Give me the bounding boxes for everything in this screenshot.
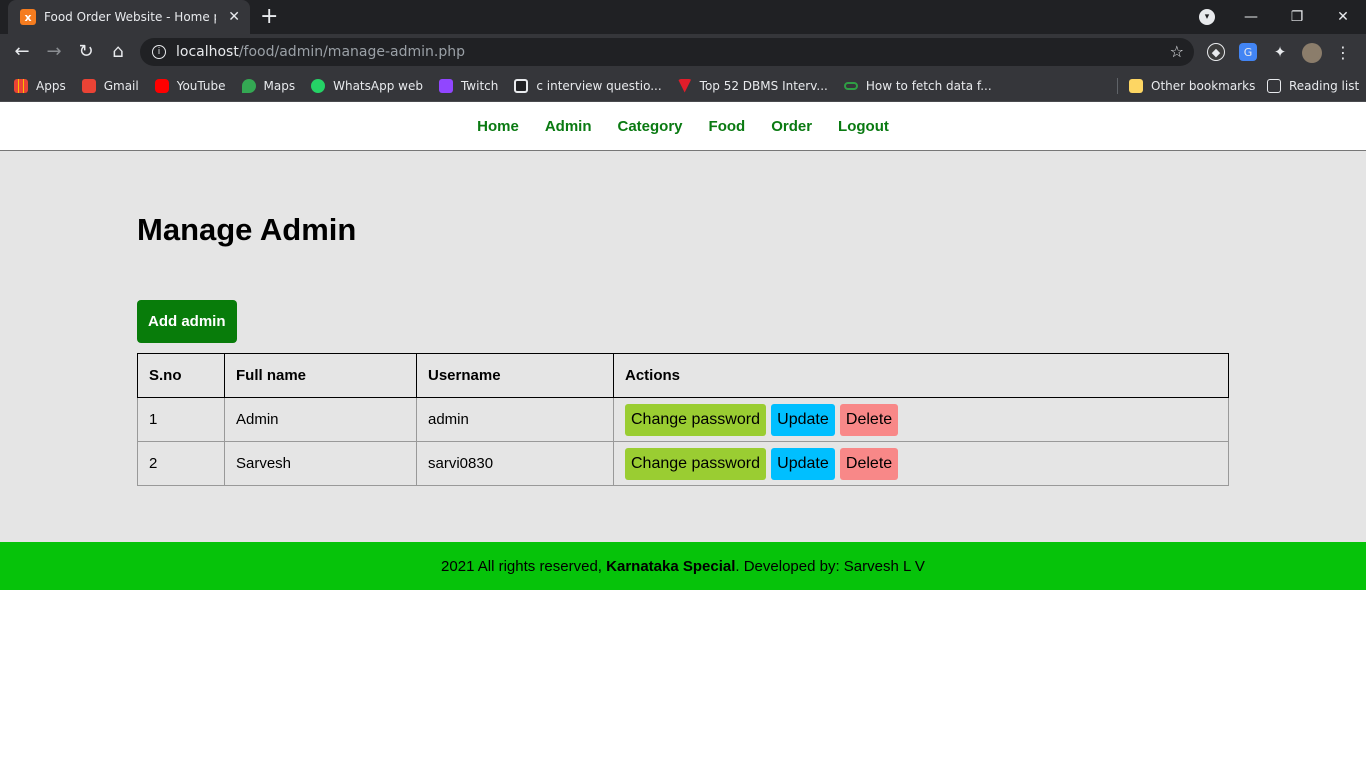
profile-avatar[interactable]: [1302, 43, 1322, 63]
nav-order[interactable]: Order: [771, 118, 812, 135]
bookmarks-bar: Apps Gmail YouTube Maps WhatsApp web Twi…: [0, 70, 1366, 102]
delete-button[interactable]: Delete: [839, 403, 899, 436]
bookmark-label: Top 52 DBMS Interv...: [699, 78, 828, 93]
xampp-favicon-icon: x: [20, 9, 36, 25]
site-nav: Home Admin Category Food Order Logout: [0, 103, 1366, 151]
bookmarks-divider: [1117, 78, 1118, 94]
nav-food[interactable]: Food: [709, 118, 746, 135]
cell-full-name: Sarvesh: [224, 441, 417, 486]
cell-actions: Change password Update Delete: [613, 441, 1229, 486]
url-text: localhost/food/admin/manage-admin.php: [176, 44, 465, 60]
address-bar[interactable]: i localhost/food/admin/manage-admin.php …: [140, 38, 1194, 66]
table-row: 1 Admin admin Change password Update Del…: [137, 397, 1229, 442]
whatsapp-icon: [311, 78, 326, 93]
header-username: Username: [416, 353, 614, 398]
home-icon[interactable]: ⌂: [106, 40, 130, 64]
footer-suffix: . Developed by: Sarvesh L V: [735, 557, 925, 575]
delete-button[interactable]: Delete: [839, 447, 899, 480]
update-button[interactable]: Update: [771, 403, 835, 436]
add-admin-button[interactable]: Add admin: [137, 300, 237, 343]
browser-toolbar: ← → ↻ ⌂ i localhost/food/admin/manage-ad…: [0, 34, 1366, 70]
browser-tab-strip: x Food Order Website - Home pag ✕ + ▾ — …: [0, 0, 1366, 34]
bookmark-item[interactable]: Top 52 DBMS Interv...: [677, 78, 828, 93]
cell-username: admin: [416, 397, 614, 442]
nav-logout[interactable]: Logout: [838, 118, 889, 135]
cell-full-name: Admin: [224, 397, 417, 442]
reload-icon[interactable]: ↻: [74, 40, 98, 64]
url-path: /food/admin/manage-admin.php: [238, 44, 465, 60]
bookmark-item[interactable]: WhatsApp web: [311, 78, 423, 93]
nav-category[interactable]: Category: [618, 118, 683, 135]
bookmark-label: c interview questio...: [536, 78, 662, 93]
maps-icon: [241, 78, 256, 93]
table-row: 2 Sarvesh sarvi0830 Change password Upda…: [137, 441, 1229, 486]
youtube-icon: [154, 78, 169, 93]
folder-icon: [1129, 79, 1143, 93]
footer-brand: Karnataka Special: [606, 557, 736, 575]
web-page: Home Admin Category Food Order Logout Ma…: [0, 103, 1366, 768]
header-full-name: Full name: [224, 353, 417, 398]
restore-icon[interactable]: ❐: [1274, 0, 1320, 34]
nav-home[interactable]: Home: [477, 118, 519, 135]
geeks-icon: [514, 78, 529, 93]
bookmark-star-icon[interactable]: ☆: [1170, 42, 1184, 61]
bookmark-red-icon: [677, 78, 692, 93]
cell-sno: 1: [137, 397, 225, 442]
apps-grid-icon: [14, 78, 28, 93]
content-wrapper: Manage Admin Add admin S.no Full name Us…: [137, 213, 1229, 486]
extensions-puzzle-icon[interactable]: ✦: [1271, 43, 1289, 61]
gmail-icon: [81, 78, 96, 93]
site-info-icon[interactable]: i: [152, 45, 166, 59]
extension-shield-icon[interactable]: ◆: [1207, 43, 1225, 61]
twitch-icon: [438, 78, 453, 93]
bookmark-item[interactable]: c interview questio...: [514, 78, 662, 93]
bookmark-label: Apps: [36, 78, 66, 93]
tab-search-icon[interactable]: ▾: [1199, 9, 1215, 25]
bookmark-label: How to fetch data f...: [865, 78, 992, 93]
other-bookmarks[interactable]: Other bookmarks: [1129, 70, 1255, 102]
page-title: Manage Admin: [137, 212, 357, 247]
forward-icon[interactable]: →: [42, 40, 66, 64]
google-translate-icon[interactable]: G: [1239, 43, 1257, 61]
footer-prefix: 2021 All rights reserved,: [441, 557, 607, 575]
bookmark-label: WhatsApp web: [333, 78, 423, 93]
reading-list[interactable]: Reading list: [1267, 70, 1359, 102]
reading-list-icon: [1267, 79, 1281, 93]
url-host: localhost: [176, 44, 239, 60]
cell-actions: Change password Update Delete: [613, 397, 1229, 442]
table-header-row: S.no Full name Username Actions: [137, 353, 1229, 398]
close-tab-icon[interactable]: ✕: [228, 9, 240, 25]
main-content: Manage Admin Add admin S.no Full name Us…: [0, 151, 1366, 542]
cell-username: sarvi0830: [416, 441, 614, 486]
header-actions: Actions: [613, 353, 1229, 398]
link-icon: [843, 81, 858, 90]
bookmark-item[interactable]: Apps: [14, 78, 66, 93]
nav-admin[interactable]: Admin: [545, 118, 592, 135]
cell-sno: 2: [137, 441, 225, 486]
bookmark-item[interactable]: YouTube: [154, 78, 226, 93]
update-button[interactable]: Update: [771, 447, 835, 480]
menu-kebab-icon[interactable]: ⋮: [1334, 43, 1352, 62]
bookmark-item[interactable]: Maps: [241, 78, 296, 93]
bookmark-label: Twitch: [460, 78, 499, 93]
close-window-icon[interactable]: ✕: [1320, 0, 1366, 34]
bookmark-item[interactable]: How to fetch data f...: [843, 78, 992, 93]
site-footer: 2021 All rights reserved, Karnataka Spec…: [0, 542, 1366, 590]
other-bookmarks-label: Other bookmarks: [1151, 79, 1256, 93]
admin-table: S.no Full name Username Actions 1 Admin …: [137, 353, 1229, 486]
tab-title: Food Order Website - Home pag: [44, 10, 216, 24]
new-tab-icon[interactable]: +: [260, 4, 278, 30]
header-sno: S.no: [137, 353, 225, 398]
minimize-icon[interactable]: —: [1228, 0, 1274, 34]
bookmark-label: Maps: [263, 78, 296, 93]
reading-list-label: Reading list: [1289, 79, 1360, 93]
bookmark-label: YouTube: [176, 78, 226, 93]
change-password-button[interactable]: Change password: [625, 447, 766, 480]
browser-tab[interactable]: x Food Order Website - Home pag ✕: [8, 0, 250, 34]
back-icon[interactable]: ←: [10, 40, 34, 64]
change-password-button[interactable]: Change password: [625, 403, 766, 436]
bookmark-item[interactable]: Gmail: [81, 78, 139, 93]
bookmark-item[interactable]: Twitch: [438, 78, 499, 93]
bookmark-label: Gmail: [103, 78, 139, 93]
